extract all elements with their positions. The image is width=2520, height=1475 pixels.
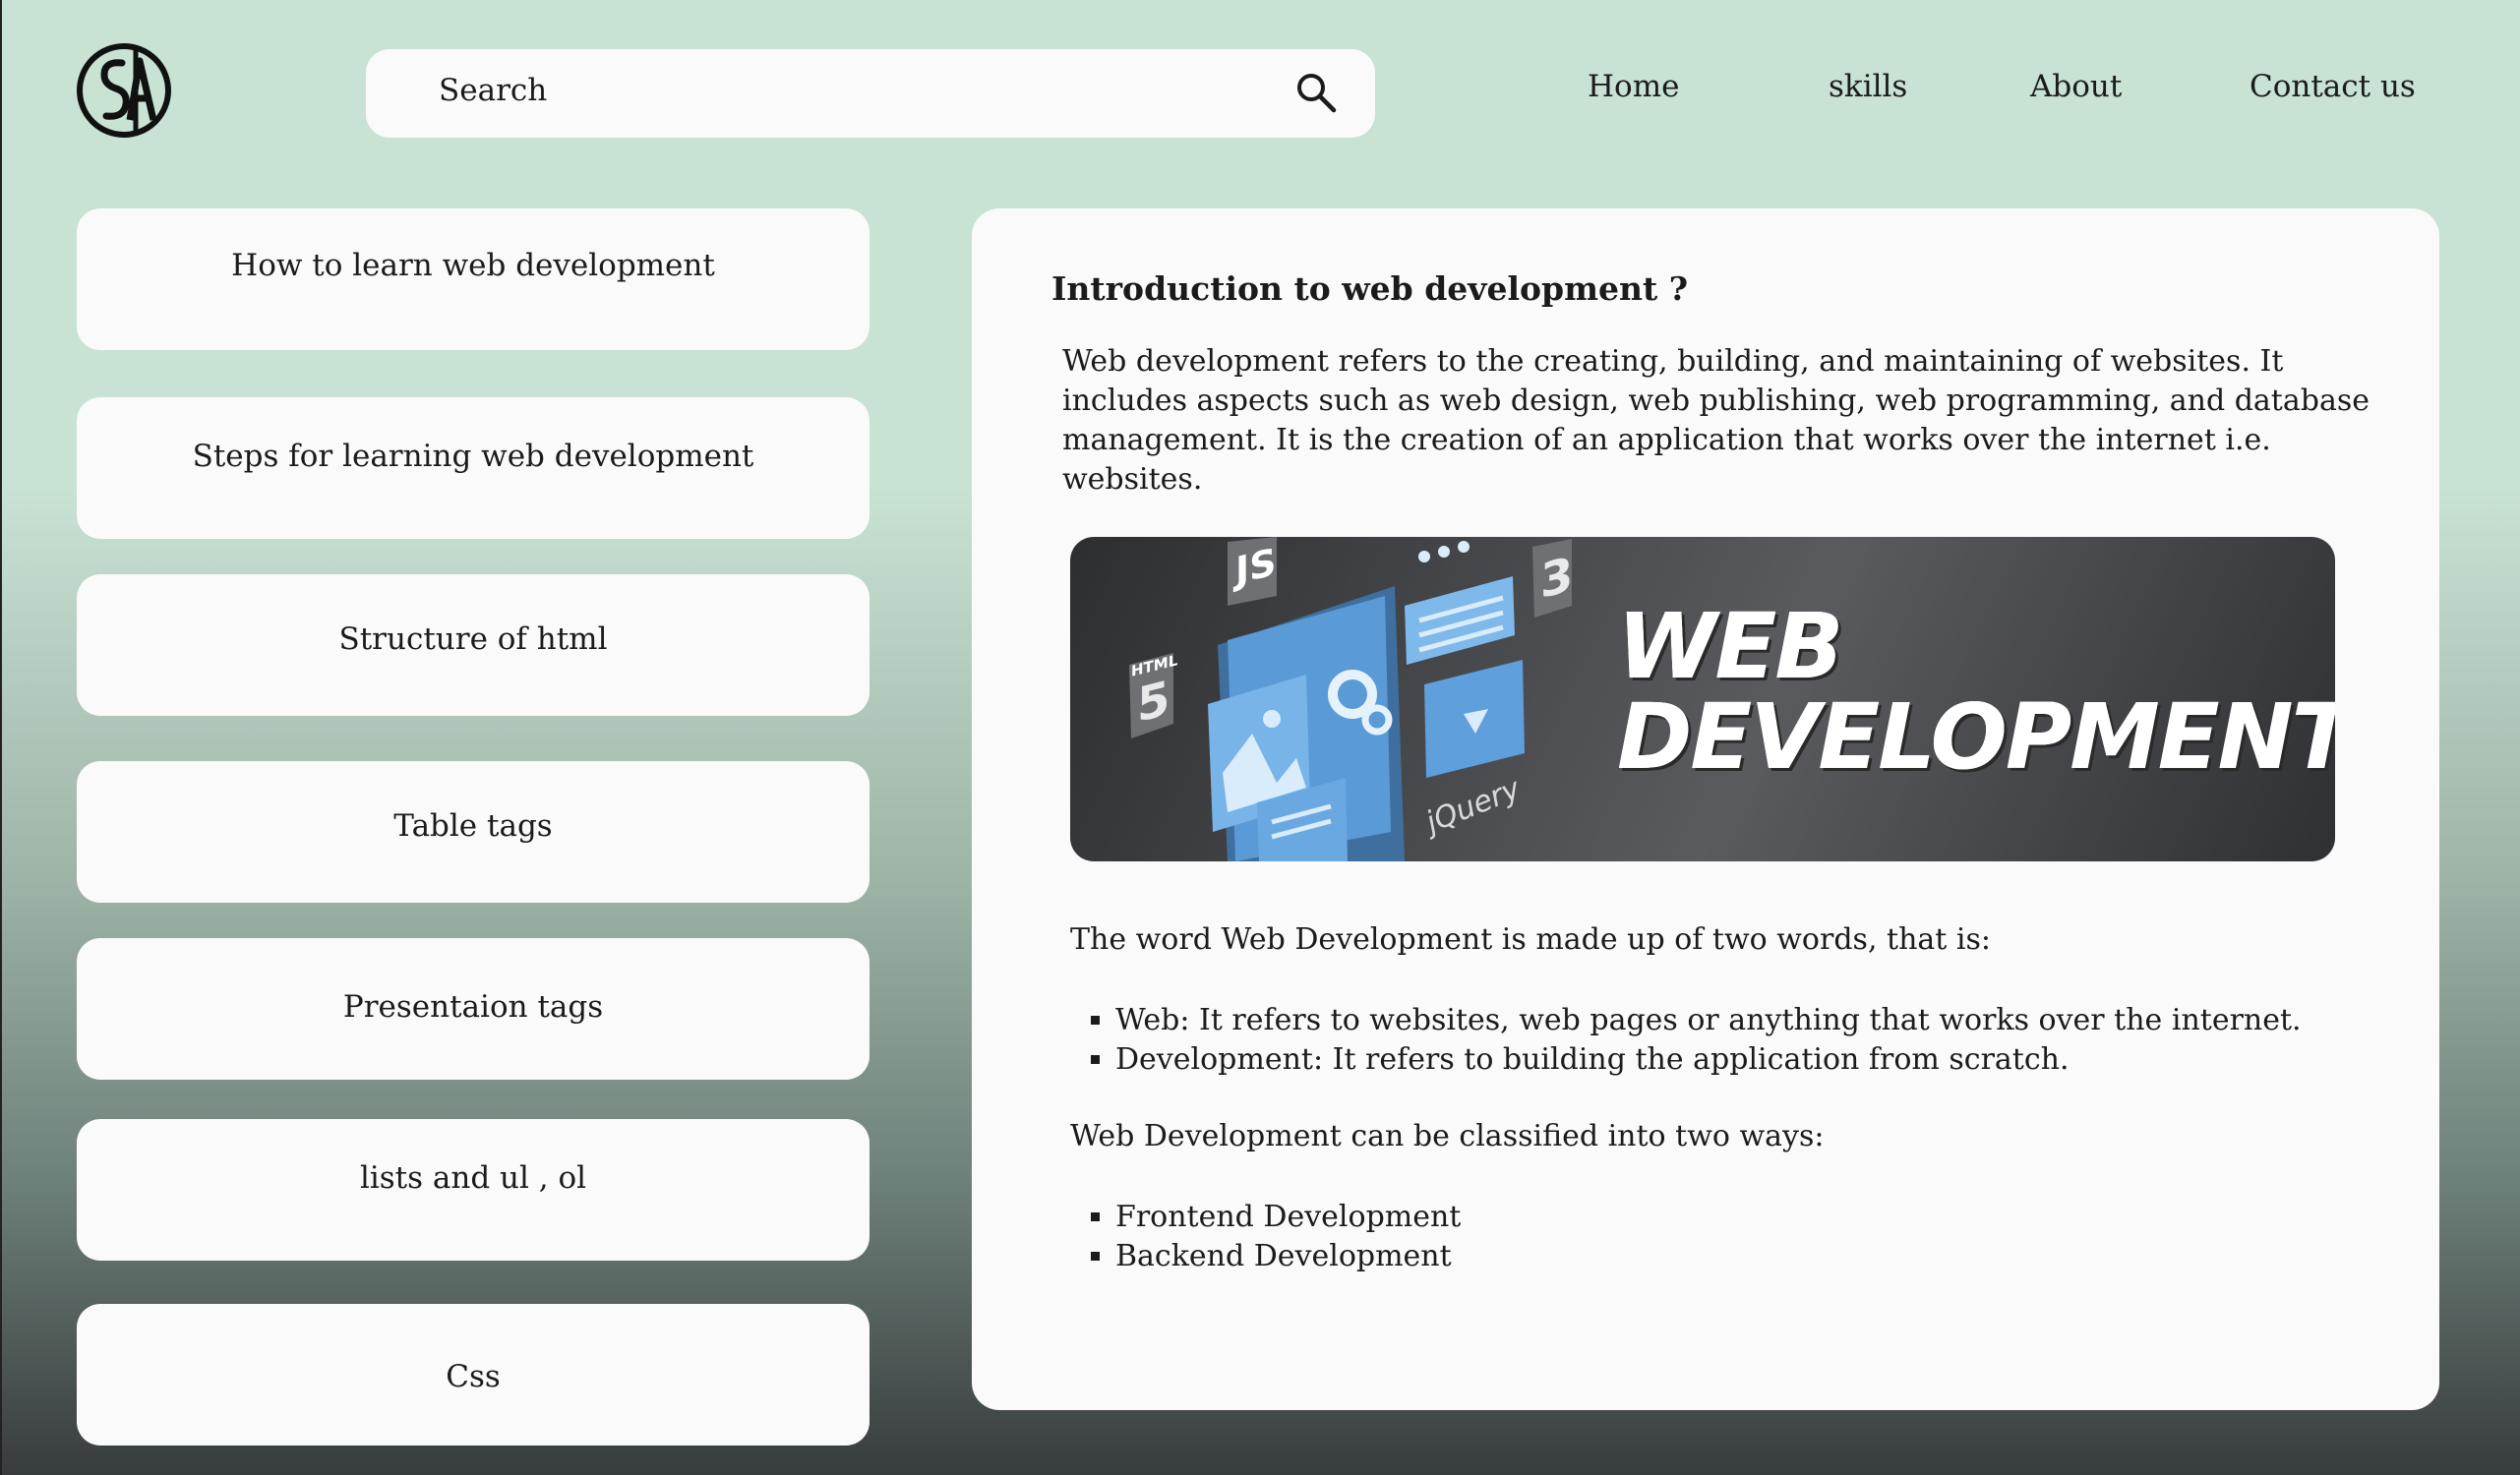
article-title: Introduction to web development ? [1051,269,1689,308]
banner-heading: WEB DEVELOPMENT [1617,594,2335,790]
nav-about[interactable]: About [2030,69,2122,104]
sidebar-item-css[interactable]: Css [77,1304,870,1446]
sidebar-item-html-structure[interactable]: Structure of html [77,574,870,716]
sidebar-item-learn-web-dev[interactable]: How to learn web development [77,208,870,350]
css3-label: 3 [1540,546,1574,611]
sidebar-item-label: Presentaion tags [342,989,604,1025]
article-card: Introduction to web development ? Web de… [972,208,2439,1410]
search-bar[interactable]: Search [366,49,1375,138]
list-item: Web: It refers to websites, web pages or… [1115,1001,2302,1040]
site-logo[interactable] [75,41,173,140]
nav-contact[interactable]: Contact us [2250,69,2416,104]
paragraph-two-words: The word Web Development is made up of t… [1070,922,1991,957]
article-intro: Web development refers to the creating, … [1062,344,2370,497]
sidebar-item-steps[interactable]: Steps for learning web development [77,397,870,539]
sidebar-item-label: Steps for learning web development [192,439,754,474]
list-item: Backend Development [1115,1237,1461,1276]
list-item: Development: It refers to building the a… [1115,1040,2302,1080]
html5-label: 5 [1137,670,1170,735]
nav-skills[interactable]: skills [1829,69,1907,104]
sidebar-item-label: Css [446,1359,501,1394]
web-development-banner: JS HTML 5 3 jQuery WEB DEVELOPMENT [1070,537,2335,861]
classification-list: Frontend Development Backend Development [1070,1198,1461,1276]
sidebar-item-label: How to learn web development [231,248,715,283]
sidebar-item-label: lists and ul , ol [359,1160,587,1196]
nav-home[interactable]: Home [1588,69,1679,104]
search-icon[interactable] [1294,71,1338,114]
definition-list: Web: It refers to websites, web pages or… [1070,1001,2302,1080]
sidebar-item-presentation-tags[interactable]: Presentaion tags [77,938,870,1080]
sidebar-item-label: Table tags [393,808,553,844]
sidebar-item-table-tags[interactable]: Table tags [77,761,870,903]
search-input[interactable]: Search [439,73,547,108]
list-item: Frontend Development [1115,1198,1461,1237]
paragraph-classification: Web Development can be classified into t… [1070,1119,1825,1153]
sidebar-item-lists[interactable]: lists and ul , ol [77,1119,870,1261]
sidebar-item-label: Structure of html [338,621,608,657]
